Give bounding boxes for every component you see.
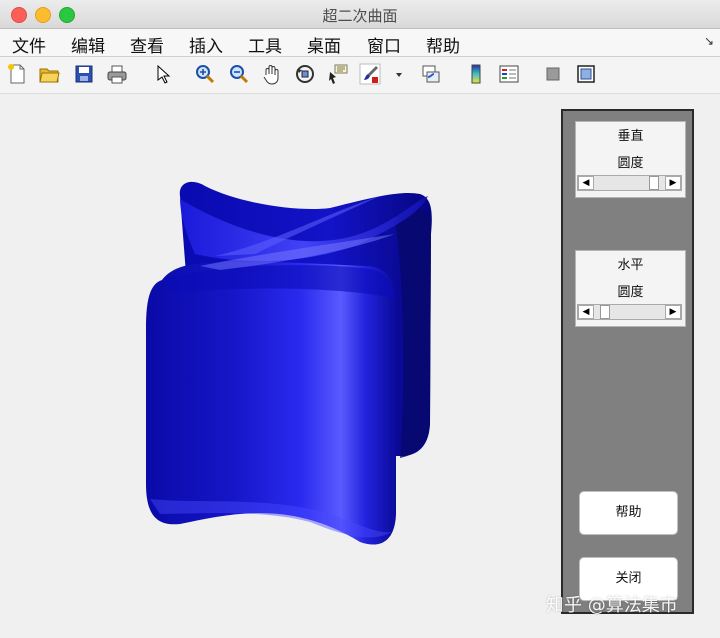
menu-edit[interactable]: 编辑 <box>71 32 105 57</box>
menu-bar: 文件 编辑 查看 插入 工具 桌面 窗口 帮助 ↘ <box>0 29 720 57</box>
vertical-label: 垂直 <box>617 129 644 144</box>
horizontal-roundness-label: 圆度 <box>617 285 644 300</box>
slider-right-arrow-icon[interactable]: ▶ <box>665 305 681 319</box>
data-cursor-icon[interactable] <box>327 63 349 85</box>
new-figure-icon[interactable] <box>6 63 28 85</box>
slider-right-arrow-icon[interactable]: ▶ <box>665 176 681 190</box>
control-panel: 垂直 圆度 ◀ ▶ 水平 圆度 ◀ ▶ 帮助 关闭 <box>561 109 694 614</box>
save-icon[interactable] <box>73 63 95 85</box>
figure-toolbar <box>0 57 720 94</box>
plot-axes[interactable] <box>0 94 555 634</box>
help-button[interactable]: 帮助 <box>579 491 678 535</box>
superquadric-surface <box>146 181 432 545</box>
window-title: 超二次曲面 <box>322 7 398 25</box>
horizontal-label: 水平 <box>617 258 644 273</box>
menu-desktop[interactable]: 桌面 <box>307 32 341 57</box>
colorbar-icon[interactable] <box>465 63 487 85</box>
print-icon[interactable] <box>106 63 128 85</box>
dock-arrow-icon[interactable]: ↘ <box>704 34 714 48</box>
vertical-roundness-slider[interactable]: ◀ ▶ <box>577 175 682 191</box>
menu-file[interactable]: 文件 <box>12 32 46 57</box>
rotate-3d-icon[interactable] <box>294 63 316 85</box>
zoom-in-icon[interactable] <box>194 63 216 85</box>
title-bar: 超二次曲面 <box>0 0 720 29</box>
vertical-roundness-label: 圆度 <box>617 156 644 171</box>
vertical-roundness-group: 垂直 圆度 ◀ ▶ <box>575 121 686 198</box>
menu-help[interactable]: 帮助 <box>426 32 460 57</box>
watermark-text: 知乎 @算法集市 <box>546 595 678 616</box>
zoom-out-icon[interactable] <box>228 63 250 85</box>
hide-plot-tools-icon[interactable] <box>542 63 564 85</box>
legend-icon[interactable] <box>498 63 520 85</box>
horizontal-roundness-slider[interactable]: ◀ ▶ <box>577 304 682 320</box>
select-arrow-icon[interactable] <box>152 63 174 85</box>
open-file-icon[interactable] <box>38 63 60 85</box>
menu-tools[interactable]: 工具 <box>248 32 282 57</box>
slider-thumb[interactable] <box>600 305 611 319</box>
menu-window[interactable]: 窗口 <box>367 32 401 57</box>
horizontal-roundness-group: 水平 圆度 ◀ ▶ <box>575 250 686 327</box>
slider-thumb[interactable] <box>648 176 659 190</box>
pan-hand-icon[interactable] <box>261 63 283 85</box>
slider-left-arrow-icon[interactable]: ◀ <box>578 305 594 319</box>
slider-left-arrow-icon[interactable]: ◀ <box>578 176 594 190</box>
menu-insert[interactable]: 插入 <box>189 32 223 57</box>
brush-icon[interactable] <box>359 63 381 85</box>
brush-dropdown-icon[interactable] <box>388 63 402 85</box>
show-plot-tools-icon[interactable] <box>575 63 597 85</box>
link-plot-icon[interactable] <box>420 63 442 85</box>
menu-view[interactable]: 查看 <box>130 32 164 57</box>
